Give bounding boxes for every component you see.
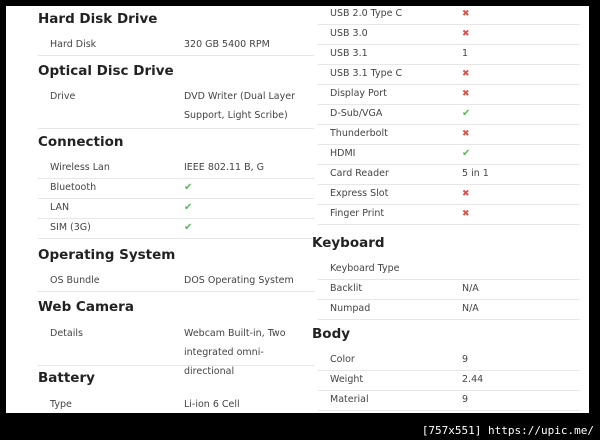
spec-label: USB 3.0 <box>330 28 368 39</box>
spec-row-numpad: Numpad N/A <box>318 299 580 320</box>
spec-row-display-port: Display Port ✖ <box>318 84 580 105</box>
section-title-keyboard: Keyboard <box>312 235 385 251</box>
spec-label: USB 3.1 <box>330 48 368 59</box>
spec-value: IEEE 802.11 B, G <box>184 162 265 173</box>
cross-icon: ✖ <box>462 189 470 199</box>
spec-row-backlit: Backlit N/A <box>318 279 580 300</box>
spec-label: Keyboard Type <box>330 263 400 274</box>
section-title-hard-disk: Hard Disk Drive <box>38 11 158 27</box>
spec-row-usb-3-1-type-c: USB 3.1 Type C ✖ <box>318 64 580 85</box>
spec-label: USB 3.1 Type C <box>330 68 403 79</box>
spec-row-lan: LAN ✔ <box>38 198 314 219</box>
spec-label: Color <box>330 354 355 365</box>
spec-label: Numpad <box>330 303 371 314</box>
spec-value: Webcam Built-in, Two integrated omni-dir… <box>184 328 286 377</box>
spec-value: Li-ion 6 Cell <box>184 399 240 410</box>
check-icon: ✔ <box>184 222 193 233</box>
spec-row-sim: SIM (3G) ✔ <box>38 218 314 239</box>
spec-label: D-Sub/VGA <box>330 108 383 119</box>
spec-row-hdmi: HDMI ✔ <box>318 144 580 165</box>
spec-row-webcam-details: Details Webcam Built-in, Two integrated … <box>38 323 314 377</box>
spec-row-drive: Drive DVD Writer (Dual Layer Support, Li… <box>38 86 314 129</box>
spec-row-keyboard-type: Keyboard Type <box>318 259 580 280</box>
spec-label: Finger Print <box>330 208 385 219</box>
spec-label: Weight <box>330 374 364 385</box>
spec-row-usb-3-1: USB 3.1 1 <box>318 44 580 65</box>
spec-label: OS Bundle <box>50 275 100 286</box>
spec-value: 5 in 1 <box>462 168 489 179</box>
spec-row-battery-type: Type Li-ion 6 Cell <box>38 395 314 413</box>
watermark-text: [757x551] https://upic.me/ <box>421 424 594 437</box>
spec-label: Wireless Lan <box>50 162 110 173</box>
spec-label: USB 2.0 Type C <box>330 8 403 19</box>
spec-label: Type <box>50 399 72 410</box>
spec-row-material: Material 9 <box>318 390 580 411</box>
section-title-body: Body <box>312 326 351 342</box>
spec-label: HDMI <box>330 148 356 159</box>
spec-row-os-bundle: OS Bundle DOS Operating System <box>38 271 314 292</box>
spec-value: N/A <box>462 303 479 314</box>
spec-value: N/A <box>462 283 479 294</box>
spec-label: Material <box>330 394 369 405</box>
check-icon: ✔ <box>184 202 193 213</box>
spec-label: Details <box>50 328 83 339</box>
spec-label: Backlit <box>330 283 363 294</box>
spec-row-card-reader: Card Reader 5 in 1 <box>318 164 580 185</box>
spec-value: 1 <box>462 48 469 59</box>
cross-icon: ✖ <box>462 89 470 99</box>
section-title-connection: Connection <box>38 134 124 150</box>
section-title-battery: Battery <box>38 370 95 386</box>
spec-label: SIM (3G) <box>50 222 91 233</box>
check-icon: ✔ <box>184 182 193 193</box>
spec-label: Card Reader <box>330 168 389 179</box>
spec-row-usb-3: USB 3.0 ✖ <box>318 24 580 45</box>
spec-value: DOS Operating System <box>184 275 294 286</box>
spec-row-color: Color 9 <box>318 350 580 371</box>
check-icon: ✔ <box>462 108 471 119</box>
section-title-webcam: Web Camera <box>38 299 134 315</box>
check-icon: ✔ <box>462 148 471 159</box>
spec-label: Express Slot <box>330 188 389 199</box>
spec-value: 9 <box>462 354 469 365</box>
spec-row-usb-2-type-c: USB 2.0 Type C ✖ <box>318 6 580 25</box>
spec-row-d-sub-vga: D-Sub/VGA ✔ <box>318 104 580 125</box>
spec-row-thunderbolt: Thunderbolt ✖ <box>318 124 580 145</box>
spec-label: Drive <box>50 91 76 102</box>
section-title-optical: Optical Disc Drive <box>38 63 174 79</box>
spec-label: Bluetooth <box>50 182 97 193</box>
spec-label: Hard Disk <box>50 39 97 50</box>
spec-value: 2.44 <box>462 374 484 385</box>
spec-row-wireless-lan: Wireless Lan IEEE 802.11 B, G <box>38 158 314 179</box>
spec-label: LAN <box>50 202 70 213</box>
cross-icon: ✖ <box>462 29 470 39</box>
spec-value: 9 <box>462 394 469 405</box>
spec-label: Display Port <box>330 88 387 99</box>
section-title-os: Operating System <box>38 247 176 263</box>
cross-icon: ✖ <box>462 69 470 79</box>
spec-row-finger-print: Finger Print ✖ <box>318 204 580 225</box>
spec-row-bluetooth: Bluetooth ✔ <box>38 178 314 199</box>
spec-row-hard-disk: Hard Disk 320 GB 5400 RPM <box>38 35 314 56</box>
spec-row-express-slot: Express Slot ✖ <box>318 184 580 205</box>
cross-icon: ✖ <box>462 209 470 219</box>
spec-row-weight: Weight 2.44 <box>318 370 580 391</box>
spec-label: Thunderbolt <box>330 128 388 139</box>
cross-icon: ✖ <box>462 129 470 139</box>
spec-value: 320 GB 5400 RPM <box>184 39 270 50</box>
spec-value: DVD Writer (Dual Layer Support, Light Sc… <box>184 91 295 121</box>
cross-icon: ✖ <box>462 9 470 19</box>
spec-sheet: Hard Disk Drive Hard Disk 320 GB 5400 RP… <box>6 6 589 413</box>
